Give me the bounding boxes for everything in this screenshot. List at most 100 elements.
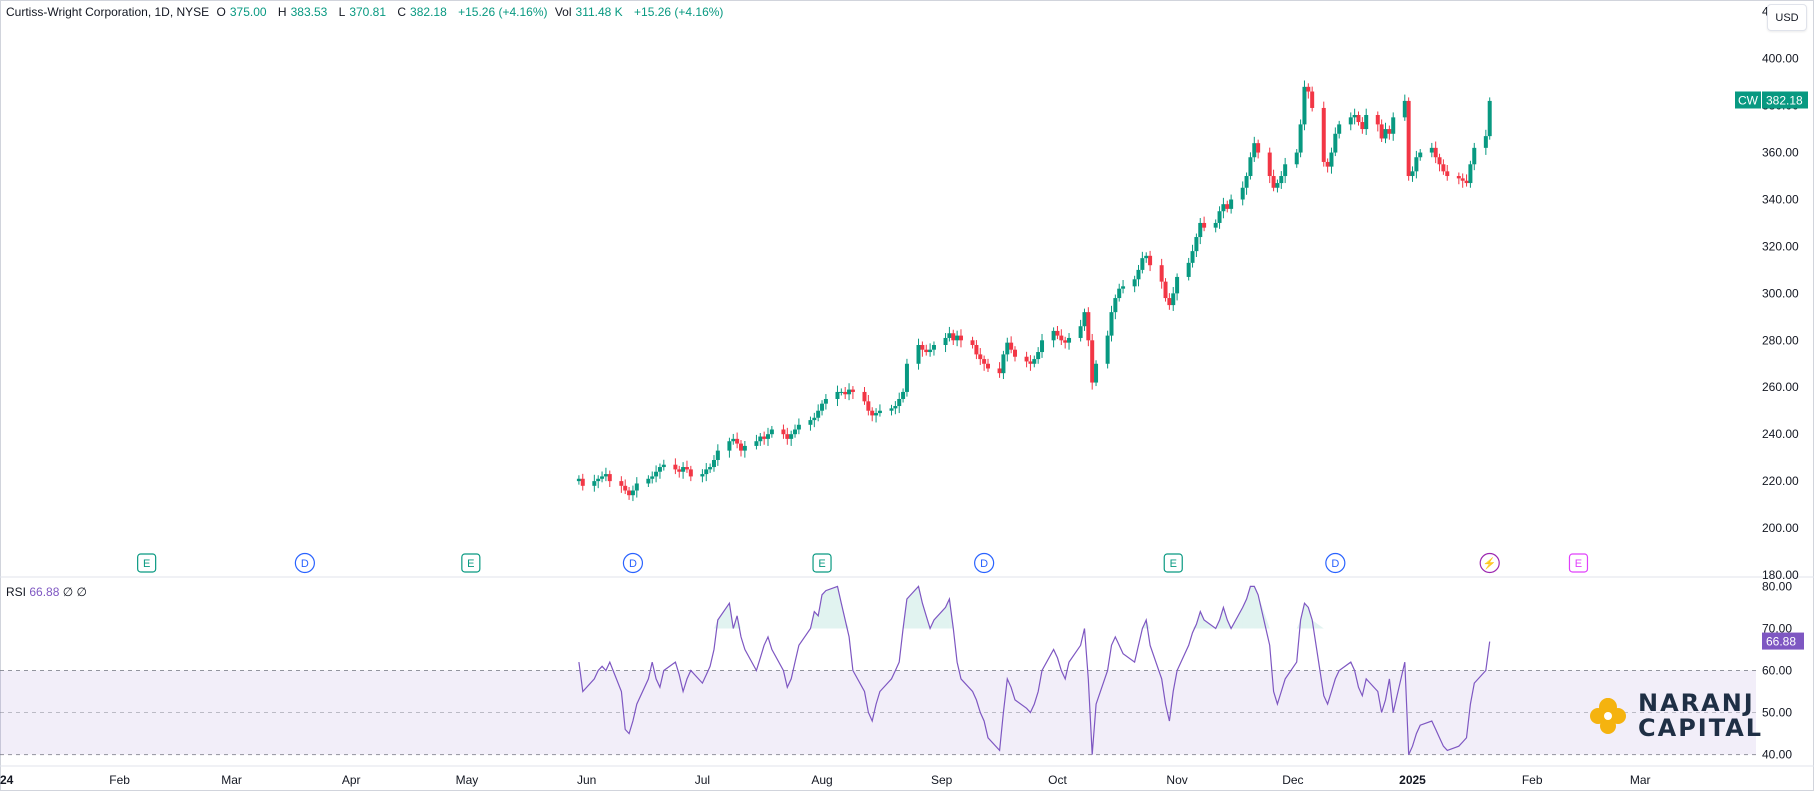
candle (847, 383, 852, 401)
candle (1360, 117, 1365, 134)
split-marker-icon[interactable]: ⚡ (1479, 552, 1500, 574)
candle (646, 475, 651, 487)
price-tick-label: 400.00 (1762, 52, 1799, 66)
earnings-marker-icon[interactable]: E (461, 553, 481, 573)
candle (1271, 169, 1276, 192)
candle (789, 430, 794, 446)
legend-low: L 370.81 (338, 5, 387, 19)
time-tick-label: May (456, 773, 479, 787)
candle (1310, 86, 1315, 112)
candle (928, 343, 933, 357)
candle (1109, 305, 1114, 342)
svg-text:E: E (467, 558, 474, 570)
rsi-band (0, 670, 1756, 755)
candle (1190, 244, 1195, 268)
candle (916, 338, 921, 370)
svg-text:D: D (301, 558, 309, 570)
svg-text:E: E (143, 558, 150, 570)
candle (603, 467, 608, 482)
candle (793, 424, 798, 438)
dividend-marker-icon[interactable]: D (294, 552, 315, 574)
time-tick-label: Oct (1048, 773, 1067, 787)
candle (978, 348, 983, 365)
rsi-extra-2: ∅ (76, 585, 87, 599)
flower-logo-icon (1590, 698, 1626, 734)
candle (931, 341, 936, 356)
svg-text:⚡: ⚡ (1483, 557, 1497, 570)
candle (1487, 97, 1492, 140)
price-tick-label: 220.00 (1762, 474, 1799, 488)
candle (1410, 166, 1415, 182)
candle (1078, 319, 1083, 342)
candle (1302, 80, 1307, 131)
candle (1063, 336, 1068, 349)
dividend-marker-icon[interactable]: D (974, 552, 995, 574)
candle (820, 400, 825, 416)
candle (673, 458, 678, 475)
candle (1148, 250, 1153, 272)
price-tick-label: 360.00 (1762, 146, 1799, 160)
currency-button[interactable]: USD (1767, 4, 1807, 31)
candle (1240, 181, 1245, 206)
candle (904, 358, 909, 397)
candle (835, 385, 840, 407)
candle (1433, 141, 1438, 164)
rsi-tag-value: 66.88 (1766, 635, 1796, 649)
candle (1414, 150, 1419, 179)
time-tick-label: Nov (1166, 773, 1187, 787)
candle (1244, 172, 1249, 195)
candle (958, 329, 963, 348)
candle (758, 433, 763, 446)
legend-high: H 383.53 (277, 5, 328, 19)
candle (1364, 108, 1369, 135)
price-tick-label: 200.00 (1762, 521, 1799, 535)
price-tick-label: 300.00 (1762, 286, 1799, 300)
rsi-legend: RSI 66.88 ∅ ∅ (6, 585, 87, 599)
price-tick-label: 340.00 (1762, 192, 1799, 206)
rsi-tick-label: 50.00 (1762, 706, 1792, 720)
candle (812, 412, 817, 428)
candle (1279, 171, 1284, 189)
candle (839, 388, 844, 396)
svg-text:E: E (818, 558, 825, 570)
candle (901, 388, 906, 403)
candle (715, 444, 720, 466)
dividend-marker-icon[interactable]: D (1325, 552, 1346, 574)
candle (766, 427, 771, 446)
legend-volume: Vol 311.48 K (554, 5, 623, 19)
time-tick-label: Mar (1630, 773, 1651, 787)
earnings-marker-icon[interactable]: E (137, 553, 157, 573)
candle (1445, 164, 1450, 181)
rsi-tick-label: 80.00 (1762, 579, 1792, 593)
candle (735, 432, 740, 449)
earnings-marker-icon[interactable]: E (1568, 553, 1589, 573)
candle (1391, 112, 1396, 141)
time-tick-label: Aug (811, 773, 832, 787)
candle (1198, 218, 1203, 245)
candle (1009, 336, 1014, 354)
candle (1217, 206, 1222, 229)
chart-canvas[interactable]: EDEDEDED⚡E 420.00400.00380.00360.00340.0… (0, 0, 1814, 791)
candle (657, 463, 662, 479)
candle (796, 418, 801, 435)
candle (1248, 152, 1253, 180)
candle (630, 485, 635, 502)
candle (947, 326, 952, 342)
candle (843, 387, 848, 399)
candle (1225, 200, 1230, 213)
candle (727, 437, 732, 458)
candle (1418, 149, 1423, 161)
candle (1329, 147, 1334, 174)
dividend-marker-icon[interactable]: D (622, 552, 644, 574)
candle (1024, 351, 1029, 368)
candle (762, 431, 767, 445)
candle (1005, 337, 1010, 362)
earnings-marker-icon[interactable]: E (812, 553, 832, 573)
price-tag-value: 382.18 (1766, 93, 1803, 107)
candle (1094, 360, 1099, 387)
time-tick-label: Dec (1282, 773, 1303, 787)
candle (700, 469, 705, 483)
earnings-marker-icon[interactable]: E (1163, 553, 1183, 573)
svg-text:E: E (1575, 558, 1582, 570)
candle (955, 330, 960, 347)
